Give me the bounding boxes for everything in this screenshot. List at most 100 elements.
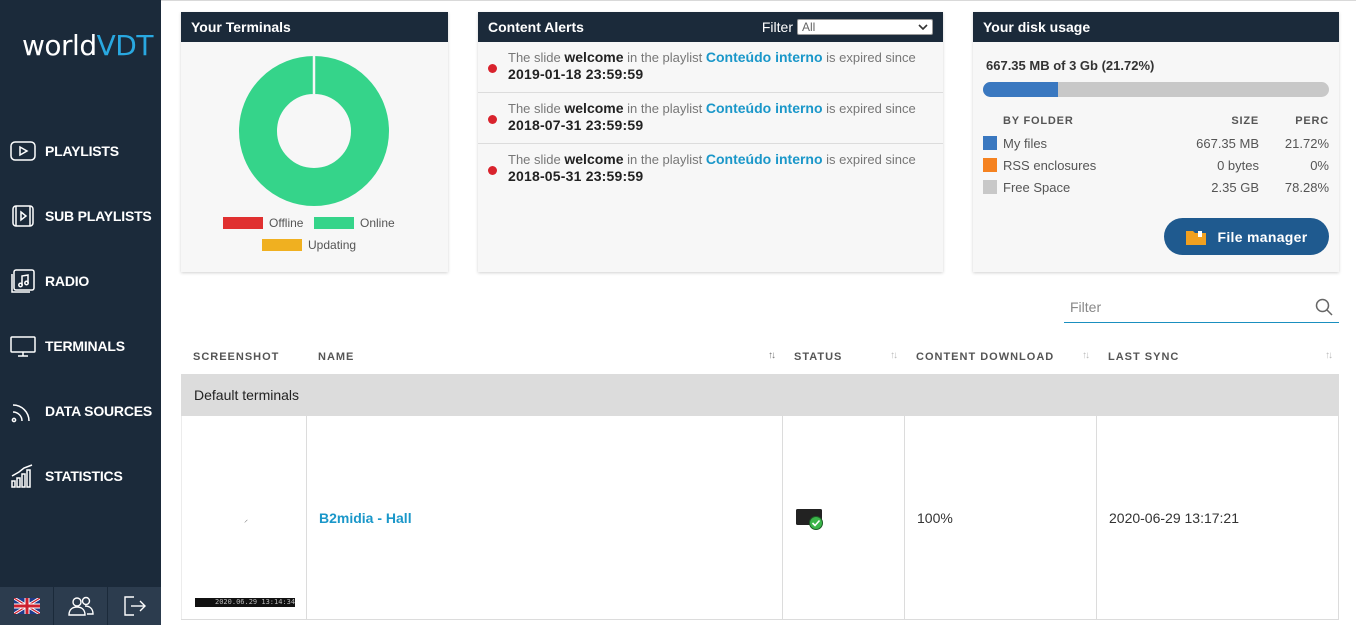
nav-sub-playlists[interactable]: SUB PLAYLISTS bbox=[0, 183, 161, 248]
nav-data-sources[interactable]: DATA SOURCES bbox=[0, 378, 161, 443]
legend-swatch-offline bbox=[223, 217, 263, 229]
alerts-filter: Filter All bbox=[762, 19, 933, 35]
disk-folder-table: BY FOLDER SIZE PERC My files 667.35 MB 2… bbox=[983, 110, 1329, 198]
header-size: SIZE bbox=[1231, 115, 1259, 127]
legend-offline[interactable]: Offline bbox=[223, 216, 303, 230]
disk-table-header: BY FOLDER SIZE PERC bbox=[983, 110, 1329, 132]
header-perc: PERC bbox=[1295, 115, 1329, 127]
nav-statistics[interactable]: STATISTICS bbox=[0, 443, 161, 508]
logo-accent: VDT bbox=[96, 28, 154, 62]
cell-content-download: 100% bbox=[904, 416, 1096, 619]
legend-label: Updating bbox=[308, 238, 357, 252]
legend-swatch-online bbox=[314, 217, 354, 229]
users-icon bbox=[67, 596, 94, 616]
folder-perc: 78.28% bbox=[1284, 179, 1329, 195]
nav-radio[interactable]: RADIO bbox=[0, 248, 161, 313]
cell-screenshot[interactable]: ⸝ 2020.06.29 13:14:34 bbox=[181, 416, 306, 619]
nav-label: TERMINALS bbox=[45, 337, 125, 354]
terminal-filter-input[interactable] bbox=[1070, 299, 1290, 315]
file-manager-label: File manager bbox=[1217, 228, 1308, 245]
terminal-name-link[interactable]: B2midia - Hall bbox=[319, 510, 412, 526]
col-screenshot: SCREENSHOT bbox=[181, 340, 306, 374]
alert-slide-name: welcome bbox=[564, 49, 624, 65]
terminals-table: SCREENSHOT NAME ↑↓ STATUS ↑↓ CONTENT DOWNL… bbox=[181, 340, 1339, 620]
col-label: CONTENT DOWNLOAD bbox=[916, 351, 1055, 363]
sidebar-footer bbox=[0, 587, 161, 625]
legend-label: Online bbox=[360, 216, 395, 230]
disk-total: 667.35 MB of 3 Gb (21.72%) bbox=[986, 58, 1155, 73]
monitor-icon bbox=[10, 335, 36, 357]
nav-playlists[interactable]: PLAYLISTS bbox=[0, 118, 161, 183]
alert-message: The slide welcome in the playlist Conteú… bbox=[508, 49, 916, 65]
disk-row-free-space: Free Space 2.35 GB 78.28% bbox=[983, 176, 1329, 198]
logo[interactable]: world VDT bbox=[22, 28, 153, 62]
sort-icon[interactable]: ↑↓ bbox=[890, 350, 898, 361]
alert-slide-name: welcome bbox=[564, 151, 624, 167]
card-header: Content Alerts Filter All bbox=[478, 12, 943, 42]
logo-text: world bbox=[22, 28, 97, 62]
header-folder: BY FOLDER bbox=[1003, 115, 1074, 127]
table-header: SCREENSHOT NAME ↑↓ STATUS ↑↓ CONTENT DOWNL… bbox=[181, 340, 1339, 374]
alert-playlist-link[interactable]: Conteúdo interno bbox=[706, 151, 823, 167]
table-row[interactable]: ⸝ 2020.06.29 13:14:34 B2midia - Hall 100… bbox=[181, 416, 1339, 620]
alert-message: The slide welcome in the playlist Conteú… bbox=[508, 151, 916, 167]
file-manager-button[interactable]: File manager bbox=[1164, 218, 1329, 255]
alert-playlist-link[interactable]: Conteúdo interno bbox=[706, 100, 823, 116]
disk-row-rss-enclosures: RSS enclosures 0 bytes 0% bbox=[983, 154, 1329, 176]
nav-terminals[interactable]: TERMINALS bbox=[0, 313, 161, 378]
group-row[interactable]: Default terminals bbox=[181, 374, 1339, 416]
sidebar: world VDT PLAYLISTS SUB PLAYLISTS RADIO T… bbox=[0, 0, 161, 625]
uk-flag-icon bbox=[13, 598, 40, 614]
language-button[interactable] bbox=[0, 587, 54, 625]
alert-slide-name: welcome bbox=[564, 100, 624, 116]
alert-message: The slide welcome in the playlist Conteú… bbox=[508, 100, 916, 116]
screenshot-thumbnail[interactable]: 2020.06.29 13:14:34 bbox=[195, 598, 295, 607]
sort-icon[interactable]: ↑↓ bbox=[768, 350, 776, 361]
col-status[interactable]: STATUS ↑↓ bbox=[782, 340, 904, 374]
folder-size: 0 bytes bbox=[1217, 157, 1259, 173]
terminal-filter bbox=[1064, 292, 1339, 323]
col-label: NAME bbox=[318, 351, 355, 363]
alert-playlist-link[interactable]: Conteúdo interno bbox=[706, 49, 823, 65]
folder-color-swatch bbox=[983, 158, 997, 172]
alert-item: The slide welcome in the playlist Conteú… bbox=[478, 93, 943, 144]
disk-usage-card: Your disk usage 667.35 MB of 3 Gb (21.72… bbox=[973, 12, 1339, 272]
folder-color-swatch bbox=[983, 136, 997, 150]
card-title: Your disk usage bbox=[973, 12, 1339, 42]
logout-icon bbox=[123, 596, 146, 616]
filter-value: All bbox=[802, 20, 816, 34]
legend-online[interactable]: Online bbox=[314, 216, 395, 230]
cell-name: B2midia - Hall bbox=[306, 416, 782, 619]
alert-date: 2019-01-18 23:59:59 bbox=[508, 66, 644, 82]
col-content-download[interactable]: CONTENT DOWNLOAD ↑↓ bbox=[904, 340, 1096, 374]
nav-label: RADIO bbox=[45, 272, 90, 289]
filter-label: Filter bbox=[761, 19, 793, 35]
sort-icon[interactable]: ↑↓ bbox=[1325, 350, 1333, 361]
terminals-donut-chart[interactable] bbox=[239, 56, 389, 206]
screenshot-thumbnail-mark: ⸝ bbox=[244, 515, 248, 524]
disk-usage-bar bbox=[983, 82, 1329, 97]
logout-button[interactable] bbox=[108, 587, 161, 625]
alert-date: 2018-07-31 23:59:59 bbox=[508, 117, 644, 133]
legend-updating[interactable]: Updating bbox=[262, 238, 356, 252]
cell-status bbox=[782, 416, 904, 619]
main-nav: PLAYLISTS SUB PLAYLISTS RADIO TERMINALS … bbox=[0, 118, 161, 508]
nav-label: STATISTICS bbox=[45, 467, 123, 484]
alerts-filter-select[interactable]: All bbox=[797, 19, 933, 35]
folder-name: RSS enclosures bbox=[1003, 157, 1097, 173]
col-name[interactable]: NAME ↑↓ bbox=[306, 340, 782, 374]
folder-perc: 21.72% bbox=[1284, 135, 1329, 151]
sort-icon[interactable]: ↑↓ bbox=[1082, 350, 1090, 361]
search-icon[interactable] bbox=[1315, 298, 1333, 316]
col-label: LAST SYNC bbox=[1108, 351, 1180, 363]
card-title: Your Terminals bbox=[181, 12, 448, 42]
play-rect-icon bbox=[10, 140, 36, 161]
sub-playlist-icon bbox=[12, 204, 34, 227]
top-divider bbox=[161, 0, 1356, 2]
users-button[interactable] bbox=[54, 587, 108, 625]
legend-swatch-updating bbox=[262, 239, 302, 251]
alert-red-dot-icon bbox=[488, 166, 497, 175]
col-last-sync[interactable]: LAST SYNC ↑↓ bbox=[1096, 340, 1339, 374]
folder-size: 2.35 GB bbox=[1211, 179, 1259, 195]
alert-item: The slide welcome in the playlist Conteú… bbox=[478, 42, 943, 93]
